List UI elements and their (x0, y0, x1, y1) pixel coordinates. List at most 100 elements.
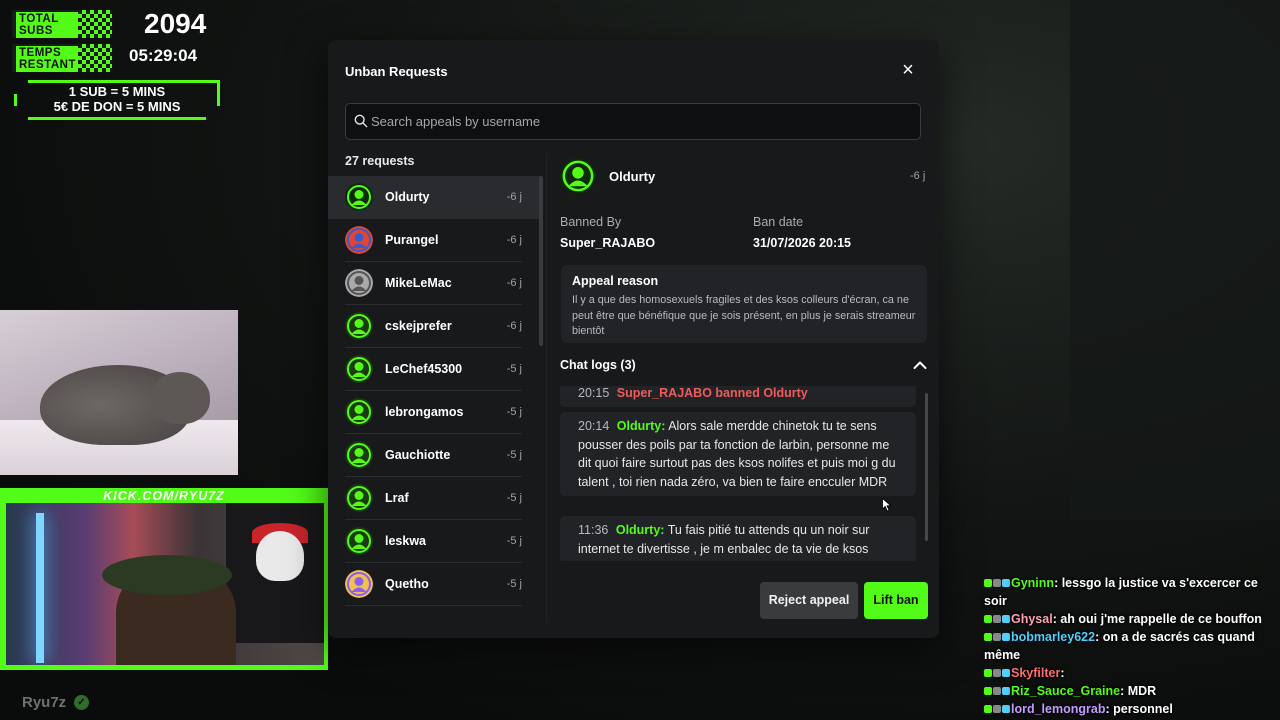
user-avatar (345, 183, 373, 211)
search-box[interactable] (345, 103, 921, 140)
webcam-video (6, 503, 324, 665)
request-age: -5 j (506, 578, 522, 590)
skull-icon (256, 531, 304, 581)
total-subs-label: TOTAL SUBS (16, 12, 78, 38)
request-item[interactable]: Gauchiotte -5 j (328, 434, 541, 477)
chat-logs-scrollbar[interactable] (925, 393, 928, 541)
user-avatar (345, 355, 373, 383)
request-item[interactable]: cskejprefer -6 j (328, 305, 541, 348)
search-icon (354, 114, 368, 128)
chat-logs-header[interactable]: Chat logs (3) (560, 358, 636, 372)
request-age: -6 j (506, 277, 522, 289)
chat-colon: : (1105, 702, 1114, 716)
chat-username[interactable]: Ghysal (1011, 612, 1053, 626)
chat-text: personnel (1113, 702, 1173, 716)
chat-badge-icon (984, 684, 1011, 698)
close-button[interactable]: × (898, 60, 918, 81)
chat-badge-icon (984, 702, 1011, 716)
chat-username[interactable]: Gyninn (1011, 576, 1054, 590)
ban-date-label: Ban date (753, 215, 804, 229)
neon-lamp (36, 513, 44, 663)
chat-log-entry: 20:15 Super_RAJABO banned Oldurty (560, 386, 916, 407)
webcam-url-label: KICK.COM/RYU7Z (103, 489, 225, 503)
request-username: lebrongamos (385, 405, 464, 419)
request-username: Gauchiotte (385, 448, 451, 462)
mouse-cursor-icon (882, 498, 892, 512)
user-avatar (345, 484, 373, 512)
detail-age: -6 j (910, 170, 926, 182)
streamer-name[interactable]: Ryu7z (22, 694, 66, 711)
verified-icon: ✓ (74, 695, 89, 710)
total-subs-panel: TOTAL SUBS (12, 10, 112, 38)
request-item[interactable]: Oldurty -6 j (328, 176, 541, 219)
lift-ban-button[interactable]: Lift ban (864, 582, 928, 619)
log-system-message: Super_RAJABO banned Oldurty (616, 386, 808, 400)
total-subs-value: 2094 (144, 8, 207, 39)
request-item[interactable]: leskwa -5 j (328, 520, 541, 563)
modal-title: Unban Requests (345, 64, 448, 79)
user-avatar (345, 226, 373, 254)
chat-username[interactable]: Riz_Sauce_Graine (1011, 684, 1120, 698)
chat-username[interactable]: Skyfilter (1011, 666, 1060, 680)
chat-badge-icon (984, 666, 1011, 680)
user-avatar (345, 398, 373, 426)
log-colon: : (661, 419, 666, 433)
log-username[interactable]: Oldurty (616, 523, 660, 537)
request-username: Lraf (385, 491, 409, 505)
request-item[interactable]: Lraf -5 j (328, 477, 541, 520)
request-item[interactable]: Quetho -5 j (328, 563, 541, 606)
chat-colon: : (1095, 630, 1103, 644)
chat-badge-icon (984, 630, 1011, 644)
appeal-reason-box: Appeal reason Il y a que des homosexuels… (561, 265, 927, 343)
chat-log-entry: 20:14 Oldurty: Alors sale merdde chineto… (560, 412, 916, 496)
request-count: 27 requests (345, 154, 415, 168)
request-item[interactable]: MikeLeMac -6 j (328, 262, 541, 305)
appeal-reason-text: Il y a que des homosexuels fragiles et d… (572, 294, 916, 337)
chat-logs-list: 20:15 Super_RAJABO banned Oldurty 20:14 … (560, 386, 925, 561)
user-avatar (345, 527, 373, 555)
request-username: cskejprefer (385, 319, 452, 333)
checker-decoration (78, 44, 112, 72)
request-username: Quetho (385, 577, 429, 591)
stream-chat-message: Gyninn: lessgo la justice va s'excercer … (952, 574, 1280, 610)
log-username[interactable]: Oldurty (617, 419, 661, 433)
chevron-up-icon[interactable] (913, 360, 927, 370)
background-chat-panel (1070, 0, 1280, 520)
request-age: -5 j (506, 406, 522, 418)
request-username: LeChef45300 (385, 362, 463, 376)
streamer-beret (102, 555, 232, 595)
request-age: -6 j (506, 234, 522, 246)
list-scrollbar[interactable] (539, 176, 543, 346)
reject-appeal-button[interactable]: Reject appeal (760, 582, 858, 619)
stream-chat-overlay: Gyninn: lessgo la justice va s'excercer … (952, 526, 1280, 718)
user-avatar (345, 312, 373, 340)
chat-badge-icon (984, 576, 1011, 590)
chat-ghost-lines (952, 526, 1280, 574)
chat-colon: : (1054, 576, 1062, 590)
banned-by-label: Banned By (560, 215, 622, 229)
detail-username[interactable]: Oldurty (609, 169, 655, 184)
request-item[interactable]: Purangel -6 j (328, 219, 541, 262)
stream-chat-message: Riz_Sauce_Graine: MDR (952, 682, 1280, 700)
list-separator (345, 605, 522, 606)
request-age: -5 j (506, 492, 522, 504)
checker-decoration (78, 10, 112, 38)
request-age: -5 j (506, 449, 522, 461)
chat-log-entry: 11:36 Oldurty: Tu fais pitié tu attends … (560, 516, 916, 561)
panel-divider (546, 153, 547, 623)
chat-badge-icon (984, 612, 1011, 626)
stream-chat-message: bobmarley622: on a de sacrés cas quand m… (952, 628, 1280, 664)
request-username: Oldurty (385, 190, 430, 204)
user-avatar (345, 269, 373, 297)
request-age: -6 j (506, 320, 522, 332)
chat-username[interactable]: lord_lemongrab (1011, 702, 1105, 716)
chat-username[interactable]: bobmarley622 (1011, 630, 1095, 644)
request-age: -6 j (506, 191, 522, 203)
unban-requests-modal: Unban Requests × 27 requests Oldurty -6 j… (328, 40, 939, 638)
chat-colon: : (1120, 684, 1128, 698)
request-item[interactable]: LeChef45300 -5 j (328, 348, 541, 391)
time-remaining-value: 05:29:04 (129, 46, 198, 65)
request-item[interactable]: lebrongamos -5 j (328, 391, 541, 434)
log-time: 20:14 (578, 419, 610, 433)
search-input[interactable] (371, 104, 911, 139)
